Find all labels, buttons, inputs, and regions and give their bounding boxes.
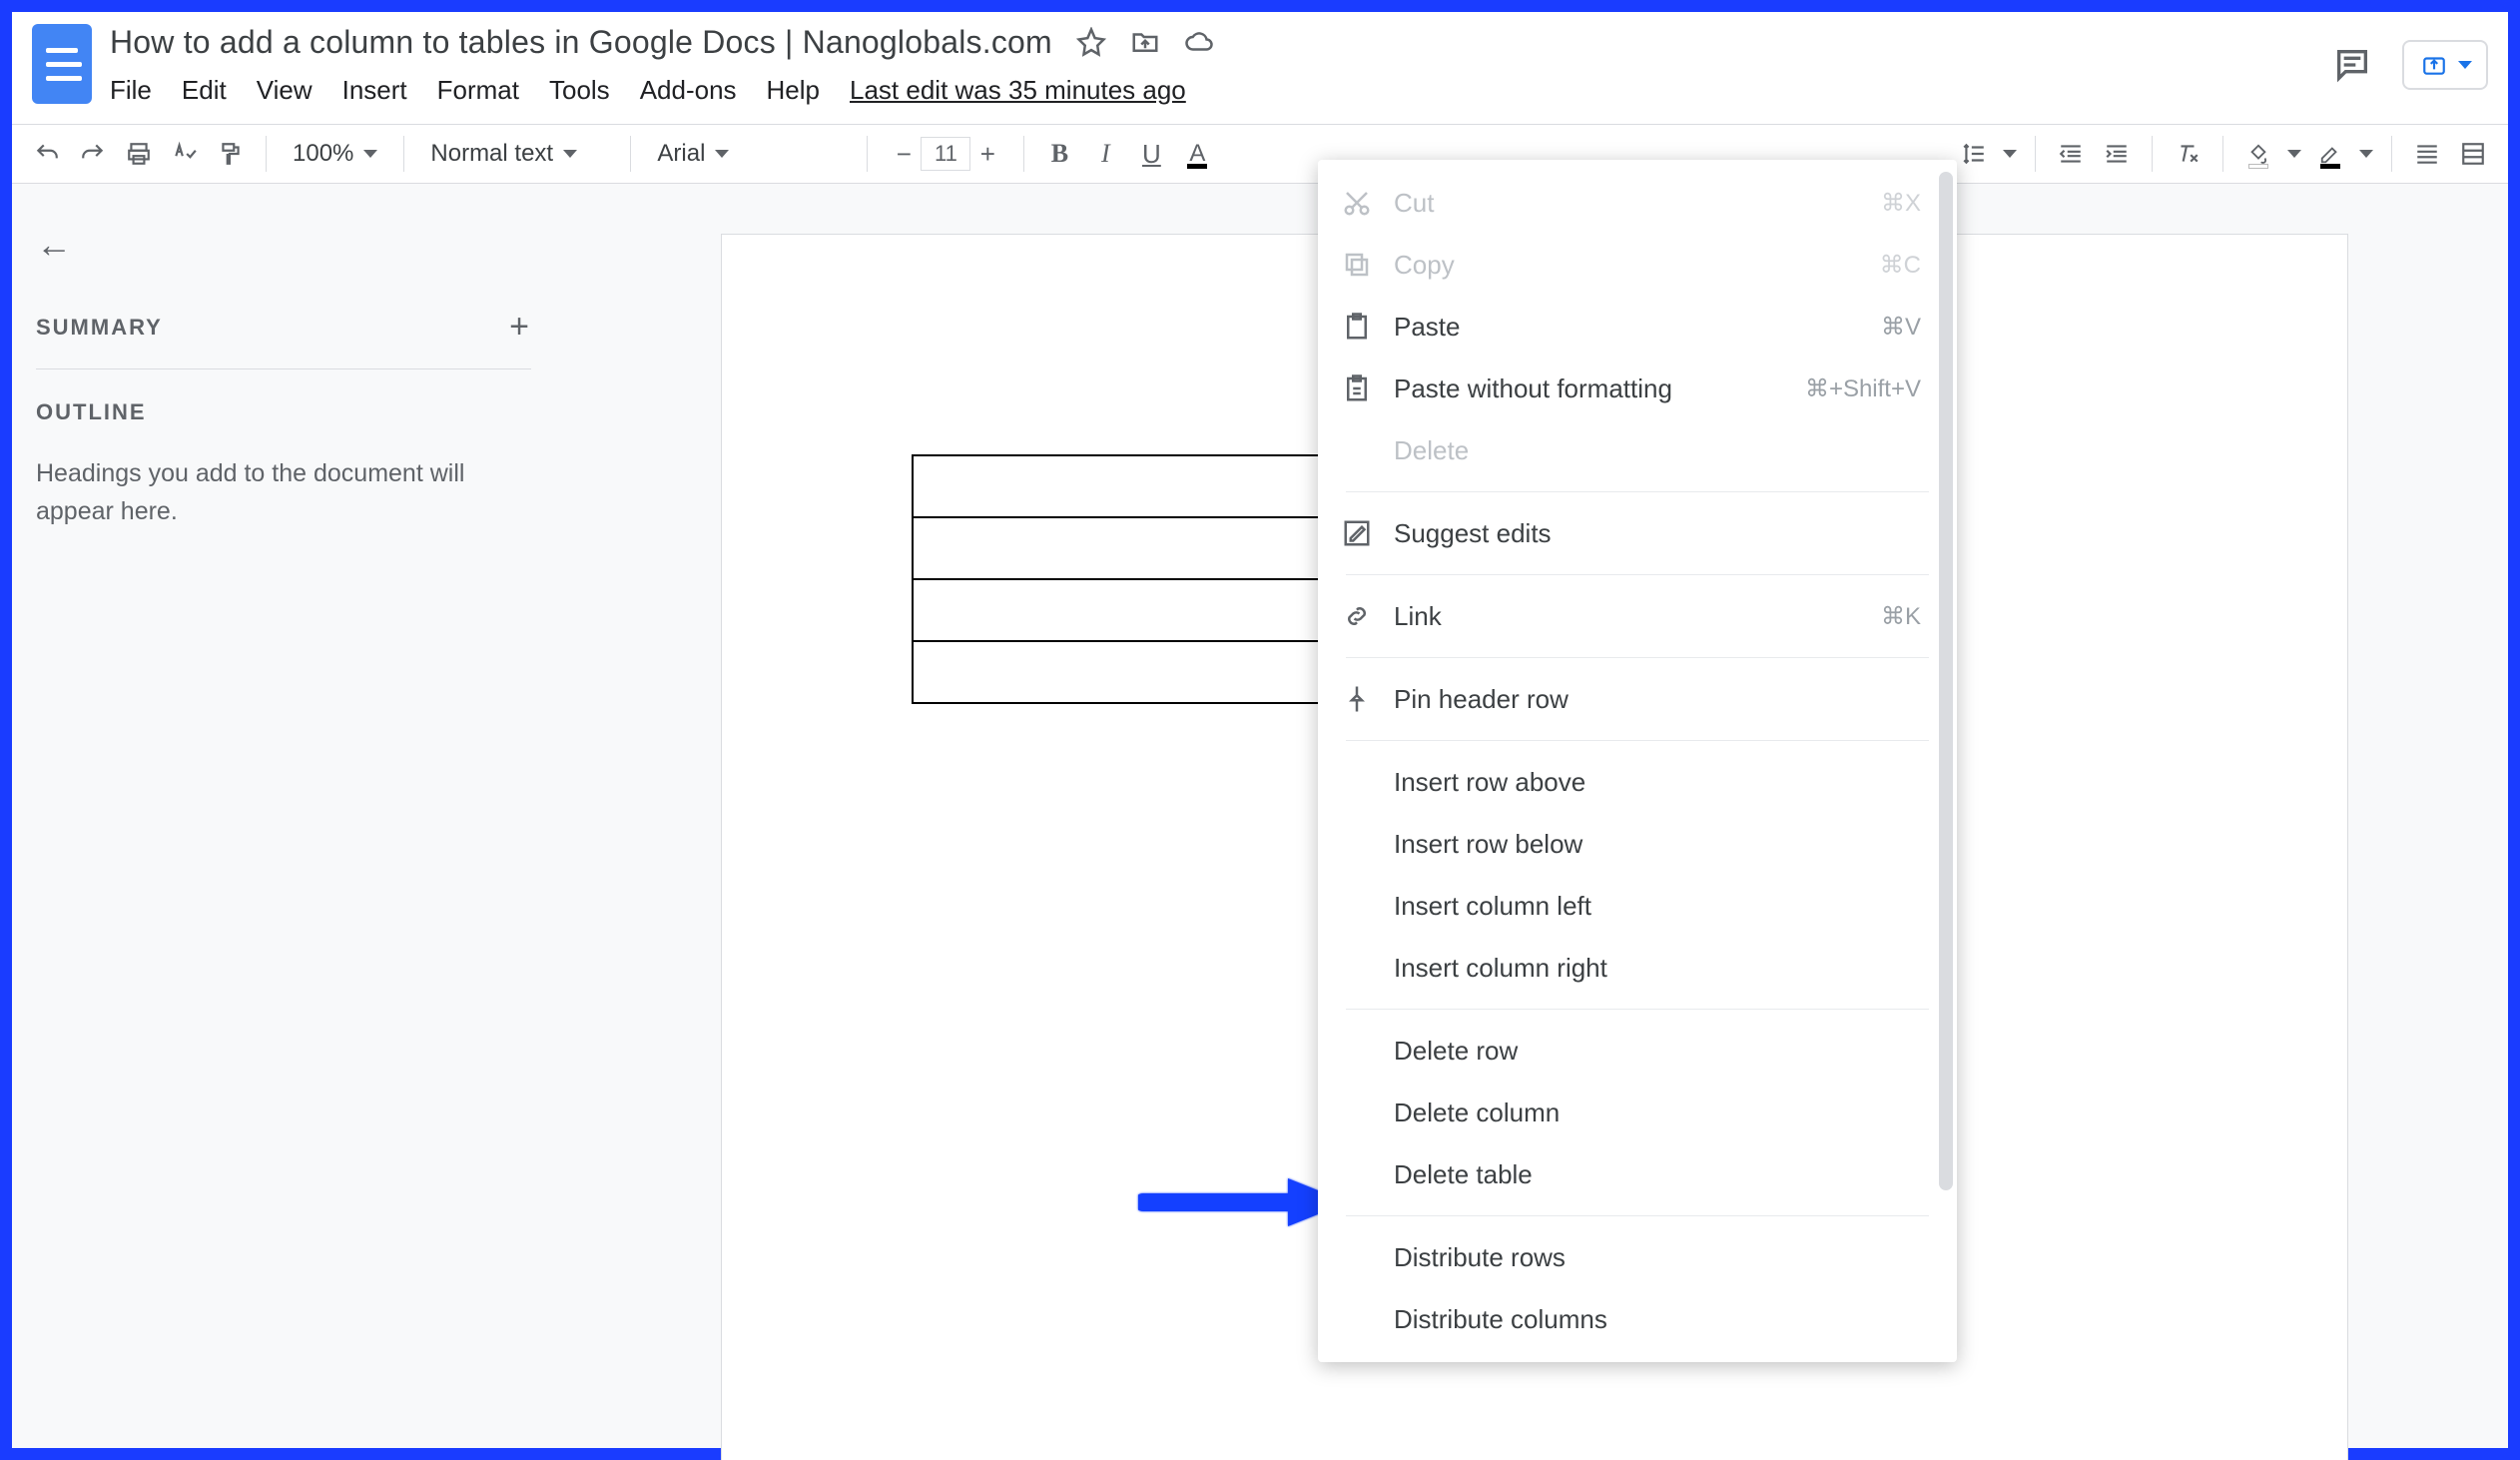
- ctx-cut: Cut ⌘X: [1318, 172, 1957, 234]
- undo-button[interactable]: [30, 137, 64, 171]
- line-spacing-button[interactable]: [1957, 137, 1991, 171]
- cell-options-button[interactable]: [2456, 137, 2490, 171]
- fill-color-button[interactable]: [2241, 137, 2275, 171]
- share-button[interactable]: [2402, 40, 2488, 90]
- ctx-copy: Copy ⌘C: [1318, 234, 1957, 296]
- menu-help[interactable]: Help: [767, 75, 820, 106]
- ctx-paste[interactable]: Paste ⌘V: [1318, 296, 1957, 358]
- add-summary-button[interactable]: +: [509, 308, 531, 347]
- font-dropdown[interactable]: Arial: [649, 140, 849, 168]
- menu-file[interactable]: File: [110, 75, 152, 106]
- font-size-increase[interactable]: +: [970, 137, 1004, 171]
- menu-addons[interactable]: Add-ons: [640, 75, 737, 106]
- sidebar-divider: [36, 368, 531, 369]
- summary-heading: SUMMARY: [36, 315, 163, 341]
- ctx-link[interactable]: Link ⌘K: [1318, 585, 1957, 647]
- ctx-insert-row-above[interactable]: Insert row above: [1318, 751, 1957, 813]
- bold-button[interactable]: B: [1042, 137, 1076, 171]
- ctx-delete-table[interactable]: Delete table: [1318, 1143, 1957, 1205]
- italic-button[interactable]: I: [1088, 137, 1122, 171]
- ctx-insert-row-below[interactable]: Insert row below: [1318, 813, 1957, 875]
- menu-format[interactable]: Format: [437, 75, 519, 106]
- toolbar: 100% Normal text Arial − 11 + B I U A: [12, 124, 2508, 184]
- suggest-icon: [1342, 518, 1372, 548]
- ctx-distribute-cols[interactable]: Distribute columns: [1318, 1288, 1957, 1350]
- clear-formatting-button[interactable]: [2171, 137, 2205, 171]
- zoom-dropdown[interactable]: 100%: [285, 140, 385, 168]
- font-size-control: − 11 +: [886, 136, 1005, 172]
- border-color-caret[interactable]: [2359, 150, 2373, 158]
- cloud-status-icon[interactable]: [1184, 27, 1214, 57]
- collapse-outline-icon[interactable]: ←: [36, 224, 531, 266]
- paragraph-style-dropdown[interactable]: Normal text: [422, 140, 612, 168]
- ctx-paste-plain[interactable]: Paste without formatting ⌘+Shift+V: [1318, 358, 1957, 419]
- outline-heading: OUTLINE: [36, 399, 531, 425]
- last-edit-link[interactable]: Last edit was 35 minutes ago: [850, 75, 1186, 106]
- menu-edit[interactable]: Edit: [182, 75, 227, 106]
- paste-icon: [1342, 312, 1372, 342]
- font-size-decrease[interactable]: −: [887, 137, 921, 171]
- print-button[interactable]: [122, 137, 156, 171]
- ctx-delete: Delete: [1318, 419, 1957, 481]
- fill-color-caret[interactable]: [2287, 150, 2301, 158]
- text-color-button[interactable]: A: [1180, 137, 1214, 171]
- menu-insert[interactable]: Insert: [342, 75, 407, 106]
- titlebar: How to add a column to tables in Google …: [12, 12, 2508, 124]
- link-icon: [1342, 601, 1372, 631]
- document-title[interactable]: How to add a column to tables in Google …: [110, 24, 1052, 61]
- line-spacing-caret[interactable]: [2003, 150, 2017, 158]
- ctx-pin-header[interactable]: Pin header row: [1318, 668, 1957, 730]
- comments-icon[interactable]: [2332, 45, 2372, 85]
- star-icon[interactable]: [1076, 27, 1106, 57]
- pin-icon: [1342, 684, 1372, 714]
- redo-button[interactable]: [76, 137, 110, 171]
- ctx-insert-col-right[interactable]: Insert column right: [1318, 937, 1957, 999]
- ctx-distribute-rows[interactable]: Distribute rows: [1318, 1226, 1957, 1288]
- context-menu: Cut ⌘X Copy ⌘C Paste ⌘V Paste without fo…: [1318, 160, 1957, 1362]
- move-folder-icon[interactable]: [1130, 27, 1160, 57]
- border-color-button[interactable]: [2313, 137, 2347, 171]
- spellcheck-button[interactable]: [168, 137, 202, 171]
- indent-decrease-button[interactable]: [2054, 137, 2088, 171]
- align-button[interactable]: [2410, 137, 2444, 171]
- paint-format-button[interactable]: [214, 137, 248, 171]
- docs-logo-icon[interactable]: [32, 24, 92, 104]
- context-menu-scrollbar[interactable]: [1939, 172, 1953, 1190]
- menu-view[interactable]: View: [257, 75, 313, 106]
- ctx-suggest-edits[interactable]: Suggest edits: [1318, 502, 1957, 564]
- menubar: File Edit View Insert Format Tools Add-o…: [110, 70, 2332, 110]
- ctx-delete-row[interactable]: Delete row: [1318, 1020, 1957, 1082]
- menu-tools[interactable]: Tools: [549, 75, 610, 106]
- underline-button[interactable]: U: [1134, 137, 1168, 171]
- copy-icon: [1342, 250, 1372, 280]
- ctx-insert-col-left[interactable]: Insert column left: [1318, 875, 1957, 937]
- outline-placeholder: Headings you add to the document will ap…: [36, 455, 531, 530]
- indent-increase-button[interactable]: [2100, 137, 2134, 171]
- ctx-delete-column[interactable]: Delete column: [1318, 1082, 1957, 1143]
- paste-plain-icon: [1342, 373, 1372, 403]
- font-size-value[interactable]: 11: [921, 137, 970, 171]
- cut-icon: [1342, 188, 1372, 218]
- outline-sidebar: ← SUMMARY + OUTLINE Headings you add to …: [12, 184, 561, 1448]
